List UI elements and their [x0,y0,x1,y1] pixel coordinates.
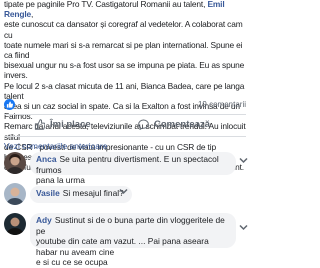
comment-author[interactable]: Vasile [36,188,60,198]
comment-text: Sustinut si de o buna parte din vloggeri… [36,215,225,236]
comments-count[interactable]: 19 comentarii [198,100,246,109]
comment-author[interactable]: Ady [36,215,52,225]
like-button[interactable]: Îmi place [34,119,91,130]
comment-text: youtube din cate am vazut. ... Pai pana … [36,236,209,257]
divider [4,114,246,115]
comment-bubble: Ady Sustinut si de o buna parte din vlogg… [30,213,236,267]
comment-icon [138,119,149,130]
like-reaction-icon[interactable] [4,99,15,110]
comment-author[interactable]: Anca [36,154,56,164]
avatar[interactable] [4,183,26,205]
comment-bubble: Anca Se uita pentru divertisment. E un sp… [30,152,236,185]
view-previous-comments-link[interactable]: Vezi comentariile anterioare [4,141,107,151]
comment-text: Se uita pentru divertisment. E un specta… [36,154,219,175]
divider [4,136,246,137]
like-label: Îmi place [50,119,91,130]
avatar[interactable] [4,213,26,235]
chevron-down-icon[interactable] [119,188,128,195]
chevron-down-icon[interactable] [239,224,248,231]
avatar[interactable] [4,152,26,174]
post-text-line: tipate pe paginile Pro TV. Castigatorul … [4,0,208,9]
comment-text: Si mesajul final? [62,188,124,198]
comment-button[interactable]: Comentează [138,119,210,130]
comment-text: e si cu ce se ocupa [36,257,108,267]
comment-item: Vasile Si mesajul final? [4,183,248,207]
reactions-row: 19 comentarii [4,99,246,111]
thumbs-up-icon [34,119,45,130]
post-actions: Îmi place Comentează [4,116,246,134]
comment-item: Ady Sustinut si de o buna parte din vlogg… [4,213,248,267]
comment-bubble: Vasile Si mesajul final? [30,186,132,203]
comment-label: Comentează [154,119,210,130]
comment-item: Anca Se uita pentru divertisment. E un sp… [4,152,248,185]
chevron-down-icon[interactable] [239,157,248,164]
